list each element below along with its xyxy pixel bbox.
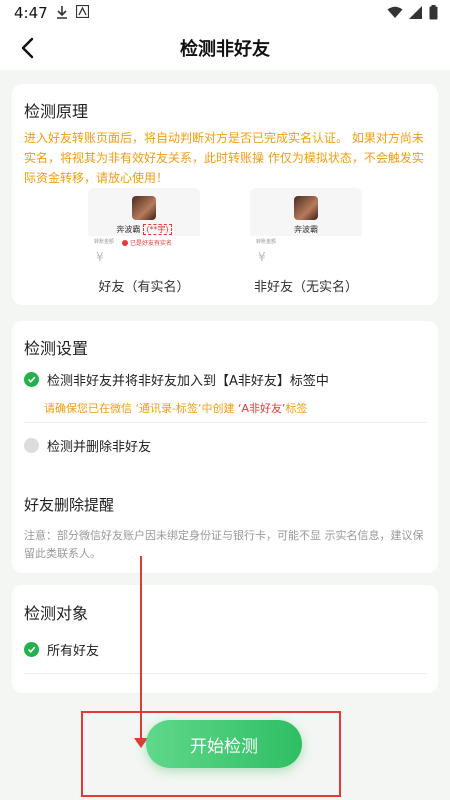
settings-title: 检测设置: [24, 339, 89, 358]
mock-panel: 转账金额 ¥ 已是好友有实名: [88, 236, 200, 273]
friend-transfer-preview: 奔波霸 (**宇) 转账金额 ¥ 已是好友有实名: [88, 188, 200, 273]
app-notification-icon: [76, 5, 89, 18]
mock-name: 奔波霸 (**宇): [88, 224, 200, 235]
principle-title: 检测原理: [24, 102, 89, 121]
avatar: [132, 196, 156, 220]
currency-symbol: ¥: [96, 250, 104, 264]
amount-label: 转账金额: [256, 239, 277, 245]
currency-symbol: ¥: [258, 250, 266, 264]
mock-name-text: 奔波霸: [116, 225, 141, 234]
mock-panel: 转账金额 ¥: [250, 236, 362, 273]
alert-icon: [122, 239, 128, 246]
download-icon: [57, 6, 67, 19]
verified-warning: 已是好友有实名: [122, 238, 172, 247]
option-all-friends[interactable]: 所有好友: [24, 640, 99, 659]
option-delete-non-friends[interactable]: 检测并删除非好友: [24, 436, 151, 455]
warning-text: 已是好友有实名: [130, 240, 173, 247]
check-icon: [24, 372, 39, 387]
reminder-text: 注意：部分微信好友账户因未绑定身份证与银行卡，可能不显 示实名信息，建议保留此类…: [24, 529, 424, 560]
hint-tag: ‘A非好友’: [237, 402, 286, 415]
principle-text: 进入好友转账页面后，将自动判断对方是否已完成实名认证。 如果对方尚未实名，将视其…: [24, 131, 424, 185]
status-icons-right: [387, 5, 438, 20]
wifi-icon: [387, 6, 403, 18]
friend-caption: 好友（有实名）: [98, 280, 190, 295]
status-icons-left: [56, 5, 89, 19]
tag-hint: 请确保您已在微信 ‘通讯录-标签’中创建 ‘A非好友’标签: [44, 400, 308, 416]
non-friend-transfer-preview: 奔波霸 转账金额 ¥: [250, 188, 362, 273]
non-friend-caption: 非好友（无实名）: [253, 280, 358, 295]
signal-icon: [409, 6, 422, 19]
target-card: 检测对象 所有好友: [12, 585, 438, 693]
unchecked-radio-icon: [24, 438, 39, 453]
back-arrow-icon[interactable]: [14, 34, 42, 62]
status-time: 4:47: [14, 4, 48, 22]
hint-prefix: 请确保您已在微信 ‘通讯录-标签’中创建: [44, 402, 238, 415]
target-title: 检测对象: [24, 604, 89, 623]
option-add-to-tag-label: 检测非好友并将非好友加入到【A非好友】标签中: [47, 374, 329, 389]
reminder-title: 好友删除提醒: [24, 496, 115, 514]
avatar: [294, 196, 318, 220]
amount-label: 转账金额: [94, 239, 115, 245]
hint-suffix: 标签: [285, 402, 308, 415]
check-icon: [24, 642, 39, 657]
principle-card: 检测原理 进入好友转账页面后，将自动判断对方是否已完成实名认证。 如果对方尚未实…: [12, 84, 438, 305]
divider: [24, 422, 426, 423]
battery-icon: [429, 5, 438, 20]
option-add-to-tag[interactable]: 检测非好友并将非好友加入到【A非好友】标签中: [24, 370, 329, 389]
divider: [24, 673, 426, 674]
option-delete-label: 检测并删除非好友: [47, 440, 152, 455]
masked-real-name: (**宇): [143, 224, 172, 235]
option-all-friends-label: 所有好友: [47, 644, 100, 659]
annotation-highlight-box: [81, 711, 341, 797]
page-title: 检测非好友: [180, 39, 270, 60]
mock-name: 奔波霸: [294, 225, 318, 234]
status-bar: 4:47: [0, 0, 450, 26]
header: 检测非好友: [0, 26, 450, 70]
